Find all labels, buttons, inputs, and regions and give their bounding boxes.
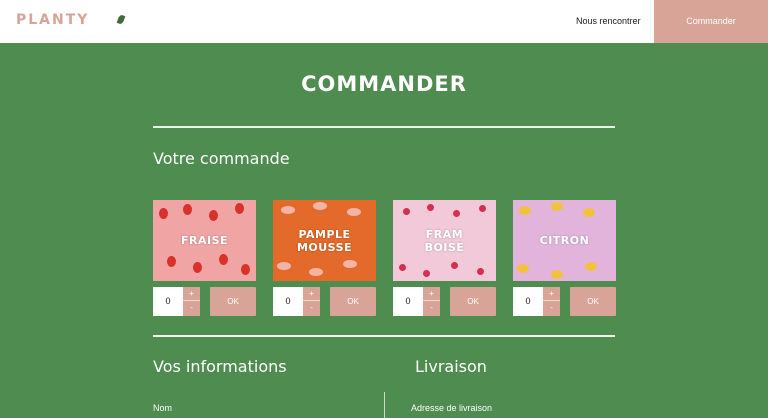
product-name: PAMPLE MOUSSE: [296, 227, 353, 254]
nav-link-about[interactable]: Nous rencontrer: [576, 16, 641, 26]
product-card-fraise: FRAISE 0 + - OK: [153, 200, 256, 316]
quantity-stepper: + -: [423, 287, 440, 316]
ok-button[interactable]: OK: [570, 287, 616, 316]
quantity-stepper: + -: [303, 287, 320, 316]
column-divider: [384, 392, 385, 418]
nav-button-order[interactable]: Commander: [654, 0, 768, 43]
product-card-framboise: FRAM BOISE 0 + - OK: [393, 200, 496, 316]
quantity-stepper: + -: [183, 287, 200, 316]
delivery-section-title: Livraison: [415, 357, 487, 376]
product-image-citron: CITRON: [513, 200, 616, 281]
ok-button[interactable]: OK: [330, 287, 376, 316]
order-section-title: Votre commande: [153, 149, 290, 168]
name-label: Nom: [153, 403, 173, 413]
divider: [153, 126, 615, 128]
product-image-pamplemousse: PAMPLE MOUSSE: [273, 200, 376, 281]
info-section-title: Vos informations: [153, 357, 287, 376]
product-name: FRAM BOISE: [424, 227, 465, 254]
logo[interactable]: PLANTY: [16, 12, 89, 28]
divider: [153, 335, 615, 337]
product-image-framboise: FRAM BOISE: [393, 200, 496, 281]
quantity-input[interactable]: 0: [513, 287, 543, 316]
decrement-button[interactable]: -: [423, 301, 440, 315]
increment-button[interactable]: +: [183, 287, 200, 301]
increment-button[interactable]: +: [303, 287, 320, 301]
page-title: COMMANDER: [301, 72, 467, 96]
quantity-input[interactable]: 0: [393, 287, 423, 316]
ok-button[interactable]: OK: [450, 287, 496, 316]
address-label: Adresse de livraison: [411, 403, 493, 413]
leaf-icon: [116, 14, 126, 25]
increment-button[interactable]: +: [423, 287, 440, 301]
product-name: FRAISE: [180, 234, 229, 247]
quantity-input[interactable]: 0: [273, 287, 303, 316]
header-bar: PLANTY Nous rencontrer Commander: [0, 0, 768, 43]
product-image-fraise: FRAISE: [153, 200, 256, 281]
ok-button[interactable]: OK: [210, 287, 256, 316]
decrement-button[interactable]: -: [543, 301, 560, 315]
decrement-button[interactable]: -: [303, 301, 320, 315]
increment-button[interactable]: +: [543, 287, 560, 301]
product-card-pamplemousse: PAMPLE MOUSSE 0 + - OK: [273, 200, 376, 316]
product-name: CITRON: [539, 234, 590, 247]
product-card-citron: CITRON 0 + - OK: [513, 200, 616, 316]
quantity-input[interactable]: 0: [153, 287, 183, 316]
quantity-stepper: + -: [543, 287, 560, 316]
decrement-button[interactable]: -: [183, 301, 200, 315]
